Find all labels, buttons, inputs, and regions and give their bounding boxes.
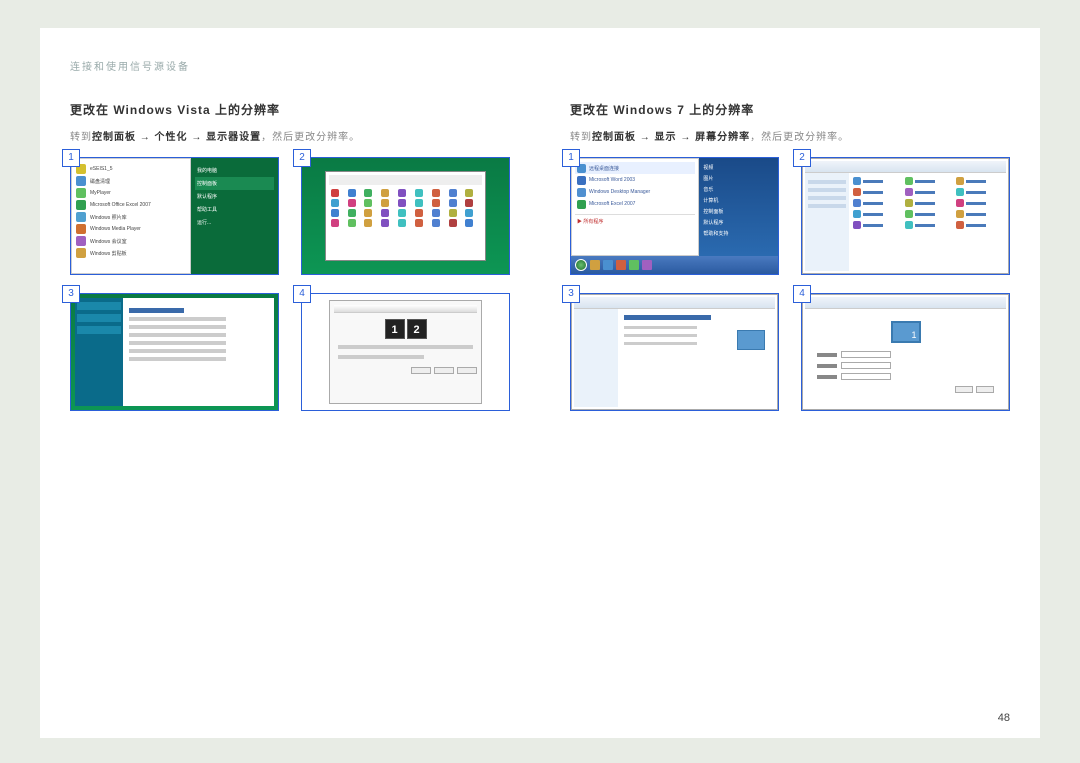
step-badge: 2 [793, 149, 811, 167]
vista-step-2: 2 [301, 157, 510, 275]
step-badge: 1 [62, 149, 80, 167]
vista-title: 更改在 Windows Vista 上的分辨率 [70, 101, 510, 118]
win7-step-4: 4 [801, 293, 1010, 411]
win7-resolution-screenshot [801, 293, 1010, 411]
win7-step-1: 1 远程桌面连接 Microsoft Word 2003 Windows Des… [570, 157, 779, 275]
step-badge: 3 [62, 285, 80, 303]
vista-display-settings-screenshot: 1 2 [301, 293, 510, 411]
start-orb-icon [575, 259, 587, 271]
win7-section: 更改在 Windows 7 上的分辨率 转到控制面板 → 显示 → 屏幕分辨率，… [570, 101, 1010, 411]
win7-title: 更改在 Windows 7 上的分辨率 [570, 101, 1010, 118]
step-badge: 4 [793, 285, 811, 303]
win7-step-2: 2 [801, 157, 1010, 275]
vista-personalization-screenshot [70, 293, 279, 411]
step-badge: 3 [562, 285, 580, 303]
vista-path: 转到控制面板 → 个性化 → 显示器设置，然后更改分辨率。 [70, 128, 510, 143]
step-badge: 1 [562, 149, 580, 167]
win7-step-3: 3 [570, 293, 779, 411]
step-badge: 2 [293, 149, 311, 167]
win7-path: 转到控制面板 → 显示 → 屏幕分辨率，然后更改分辨率。 [570, 128, 1010, 143]
header-breadcrumb: 连接和使用信号源设备 [70, 58, 1010, 73]
vista-step-3: 3 [70, 293, 279, 411]
page-number: 48 [998, 712, 1010, 724]
win7-control-panel-screenshot [801, 157, 1010, 275]
vista-start-menu-screenshot: eSEIS1_5 磁盘清理 MyPlayer Microsoft Office … [70, 157, 279, 275]
vista-section: 更改在 Windows Vista 上的分辨率 转到控制面板 → 个性化 → 显… [70, 101, 510, 411]
vista-control-panel-screenshot [301, 157, 510, 275]
vista-step-4: 4 1 2 [301, 293, 510, 411]
two-column-layout: 更改在 Windows Vista 上的分辨率 转到控制面板 → 个性化 → 显… [70, 101, 1010, 411]
vista-steps-grid: 1 eSEIS1_5 磁盘清理 MyPlayer Microsoft Offic… [70, 157, 510, 411]
document-page: 连接和使用信号源设备 更改在 Windows Vista 上的分辨率 转到控制面… [40, 28, 1040, 738]
step-badge: 4 [293, 285, 311, 303]
vista-step-1: 1 eSEIS1_5 磁盘清理 MyPlayer Microsoft Offic… [70, 157, 279, 275]
monitor-preview-icon [891, 321, 921, 343]
win7-start-menu-screenshot: 远程桌面连接 Microsoft Word 2003 Windows Deskt… [570, 157, 779, 275]
win7-display-screenshot [570, 293, 779, 411]
win7-steps-grid: 1 远程桌面连接 Microsoft Word 2003 Windows Des… [570, 157, 1010, 411]
